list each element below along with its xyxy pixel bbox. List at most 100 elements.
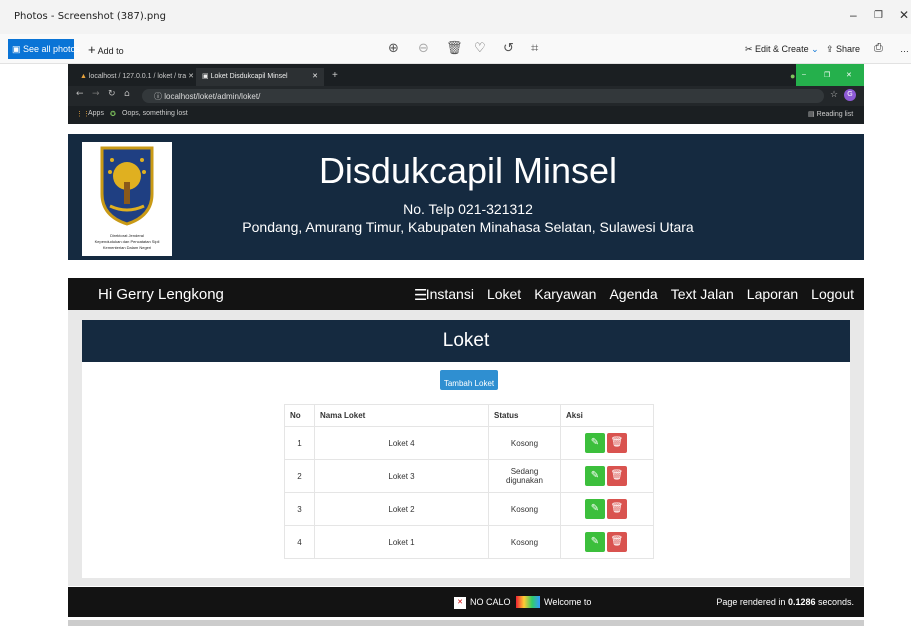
site-phone: No. Telp 021-321312 (403, 201, 533, 217)
reading-list-label: Reading list (816, 111, 854, 118)
nav-link-loket[interactable]: Loket (487, 286, 521, 302)
site-logo: Direktorat Jenderal Kependudukan dan Pen… (82, 142, 172, 256)
edit-button[interactable]: ✎ (585, 532, 605, 552)
edit-create-button[interactable]: ✂ Edit & Create ⌄ (745, 44, 819, 55)
site-footer: ✕ NO CALO Welcome to Page rendered in 0.… (68, 587, 864, 617)
home-icon[interactable]: ⌂ (124, 89, 130, 99)
restore-icon[interactable]: ❐ (874, 10, 883, 21)
pencil-icon: ✎ (590, 503, 600, 514)
logo-caption-line: Kementerian Dalam Negeri (102, 245, 152, 250)
add-to-label: Add to (97, 46, 124, 56)
emblem-icon (100, 146, 154, 226)
plus-icon: + (88, 42, 96, 57)
rotate-icon[interactable]: ↺ (503, 41, 514, 56)
cell-aksi: ✎ 🗑 (560, 525, 654, 559)
edit-button[interactable]: ✎ (585, 466, 605, 486)
render-prefix: Page rendered in (716, 597, 788, 607)
zoom-out-icon[interactable]: ⊖ (418, 41, 429, 56)
flags-image (516, 596, 540, 608)
zoom-in-icon[interactable]: ⊕ (388, 41, 399, 56)
site-contact: No. Telp 021-321312 Pondang, Amurang Tim… (188, 200, 748, 236)
nav-links: Instansi Loket Karyawan Agenda Text Jala… (426, 286, 854, 302)
nav-link-laporan[interactable]: Laporan (747, 286, 798, 302)
pencil-icon: ✎ (590, 536, 600, 547)
edit-button[interactable]: ✎ (585, 433, 605, 453)
column-header-nama-loket: Nama Loket (314, 404, 489, 427)
info-icon: ⓘ (154, 92, 165, 101)
tab-label: localhost / 127.0.0.1 / loket / tra (88, 73, 187, 80)
tab-close-icon[interactable]: ✕ (188, 73, 194, 80)
bookmark-oops[interactable]: Oops, something lost (122, 110, 188, 117)
browser-restore-icon[interactable]: ❐ (818, 67, 836, 85)
add-loket-button[interactable]: Tambah Loket (440, 370, 498, 390)
logo-caption: Direktorat Jenderal Kependudukan dan Pen… (82, 233, 172, 251)
trash-icon: 🗑 (610, 503, 624, 514)
cell-nama-loket: Loket 1 (314, 525, 489, 559)
tab-favicon-icon: ▣ (202, 73, 211, 80)
close-icon[interactable]: ✕ (899, 8, 909, 22)
print-icon[interactable]: ⎙ (874, 42, 883, 55)
delete-button[interactable]: 🗑 (607, 466, 627, 486)
column-header-aksi: Aksi (560, 404, 654, 427)
share-button[interactable]: ⇪ Share (826, 44, 860, 55)
cell-nama-loket: Loket 2 (314, 492, 489, 526)
column-header-no: No (284, 404, 315, 427)
table-header-row: No Nama Loket Status Aksi (284, 404, 654, 427)
tab-loket[interactable]: ▣ Loket Disdukcapil Minsel ✕ (196, 68, 324, 86)
loket-table: No Nama Loket Status Aksi 1 Loket 4 Koso… (284, 404, 654, 559)
browser-minimize-icon[interactable]: – (796, 67, 812, 85)
render-time-value: 0.1286 (787, 597, 816, 607)
screenshot-image: ▲ localhost / 127.0.0.1 / loket / tra ✕ … (68, 64, 864, 620)
main-navbar: Hi Gerry Lengkong ☰ Instansi Loket Karya… (68, 278, 864, 310)
url-input[interactable]: ⓘ localhost/loket/admin/loket/ (142, 89, 824, 103)
more-icon[interactable]: … (900, 44, 909, 54)
see-all-photos-button[interactable]: ▣ See all photos (8, 39, 80, 59)
tab-favicon-icon: ▲ (80, 73, 89, 80)
favorite-icon[interactable]: ♡ (474, 41, 486, 56)
nav-link-karyawan[interactable]: Karyawan (534, 286, 596, 302)
pencil-icon: ✎ (590, 470, 600, 481)
nav-link-logout[interactable]: Logout (811, 286, 854, 302)
site-title: Disdukcapil Minsel (318, 150, 618, 191)
footer-render-time: Page rendered in 0.1286 seconds. (716, 597, 854, 607)
nav-link-text-jalan[interactable]: Text Jalan (671, 286, 734, 302)
delete-icon[interactable]: 🗑 (446, 41, 463, 56)
tab-phpmyadmin[interactable]: ▲ localhost / 127.0.0.1 / loket / tra ✕ (74, 68, 194, 86)
site-header: Direktorat Jenderal Kependudukan dan Pen… (68, 134, 864, 260)
site-address: Pondang, Amurang Timur, Kabupaten Minaha… (242, 219, 694, 235)
cell-status: Kosong (488, 492, 561, 526)
bookmark-apps[interactable]: Apps (88, 110, 104, 117)
cell-no: 1 (284, 426, 315, 460)
minimize-icon[interactable]: – (850, 8, 857, 22)
trash-icon: 🗑 (610, 470, 624, 481)
new-tab-icon[interactable]: + (326, 66, 344, 84)
crop-icon[interactable]: ⌗ (531, 41, 538, 56)
delete-button[interactable]: 🗑 (607, 532, 627, 552)
cell-status: Kosong (488, 426, 561, 460)
tab-close-icon[interactable]: ✕ (312, 72, 318, 80)
photos-icon: ▣ (12, 44, 24, 54)
horizontal-scrollbar[interactable] (68, 620, 864, 626)
table-row: 1 Loket 4 Kosong ✎ 🗑 (284, 426, 654, 460)
reading-list-button[interactable]: ▤ Reading list (808, 110, 853, 118)
edit-button[interactable]: ✎ (585, 499, 605, 519)
reload-icon[interactable]: ↻ (108, 89, 116, 99)
delete-button[interactable]: 🗑 (607, 499, 627, 519)
nav-link-instansi[interactable]: Instansi (426, 286, 474, 302)
viewer-toolbar: ▣ See all photos + Add to ⊕ ⊖ 🗑 ♡ ↺ ⌗ ✂ … (0, 34, 911, 64)
profile-avatar[interactable]: G (844, 89, 856, 101)
trash-icon: 🗑 (610, 536, 624, 547)
nav-link-agenda[interactable]: Agenda (609, 286, 657, 302)
page-title: Loket (82, 320, 850, 362)
edit-icon: ✂ (745, 44, 756, 54)
forward-icon[interactable]: → (92, 89, 100, 99)
browser-close-icon[interactable]: ✕ (840, 67, 858, 85)
bookmark-star-icon[interactable]: ☆ (830, 89, 838, 100)
delete-button[interactable]: 🗑 (607, 433, 627, 453)
tab-label: Loket Disdukcapil Minsel (210, 73, 288, 80)
add-to-button[interactable]: + Add to (88, 42, 124, 57)
back-icon[interactable]: ← (76, 89, 84, 99)
cell-status: Sedang digunakan (488, 459, 561, 493)
browser-address-bar: ← → ↻ ⌂ ⓘ localhost/loket/admin/loket/ ☆… (68, 86, 864, 106)
table-row: 4 Loket 1 Kosong ✎ 🗑 (284, 525, 654, 559)
